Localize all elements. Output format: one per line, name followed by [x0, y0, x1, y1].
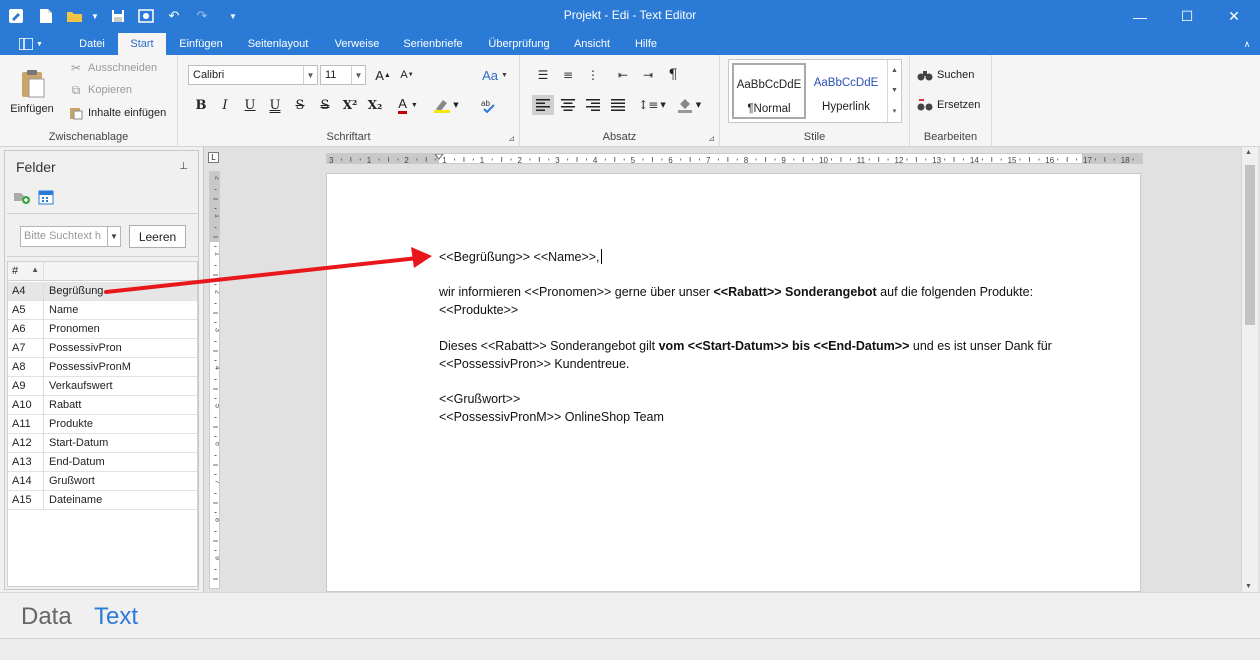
status-bar [0, 638, 1260, 660]
bottom-bar: Data Text [0, 592, 1260, 660]
tab-text[interactable]: Text [94, 603, 138, 631]
annotation-arrow [104, 247, 432, 294]
tab-data[interactable]: Data [21, 603, 72, 631]
